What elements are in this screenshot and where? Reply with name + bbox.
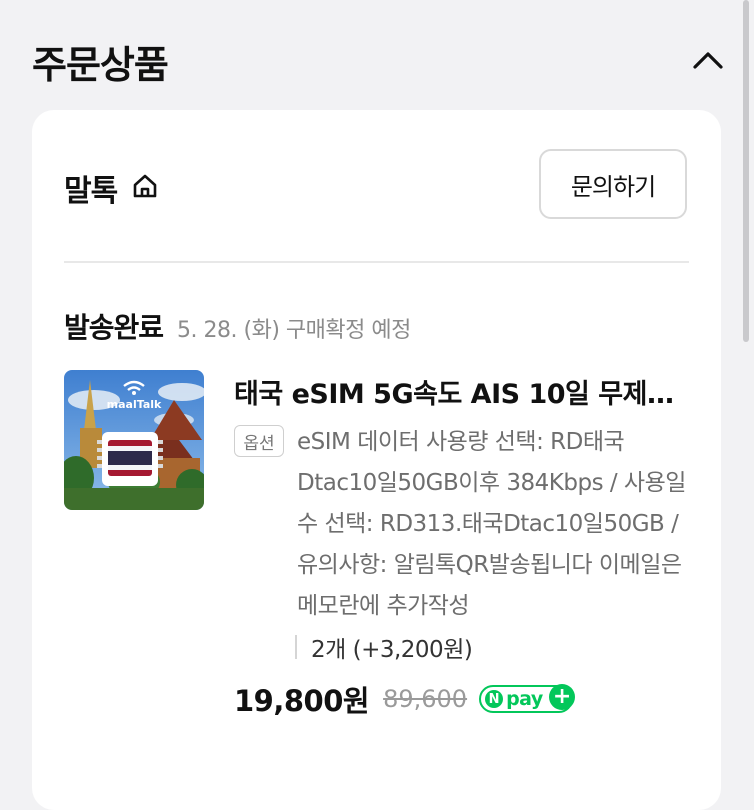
order-status: 발송완료 (64, 311, 164, 344)
plus-icon: + (549, 684, 576, 710)
quantity-divider (295, 635, 297, 659)
option-text: eSIM 데이터 사용량 선택: RD태국Dtac10일50GB이후 384Kb… (297, 429, 686, 619)
collapse-button[interactable] (688, 42, 728, 78)
original-price: 89,600 (383, 685, 468, 713)
option-badge: 옵션 (234, 425, 284, 457)
section-title: 주문상품 (32, 43, 169, 87)
scrollbar[interactable] (743, 0, 749, 342)
product-title[interactable]: 태국 eSIM 5G속도 AIS 10일 무제한 데이터 (234, 372, 694, 411)
quantity-text: 2개 (+3,200원) (311, 637, 473, 663)
quantity-row: 2개 (+3,200원) (295, 630, 473, 664)
chevron-up-icon (693, 52, 723, 69)
order-card: 말톡 문의하기 발송완료 5. 28. (화) 구매확정 예정 maalTalk… (32, 110, 721, 810)
thumbnail-brand: maalTalk (107, 398, 162, 411)
inquiry-button[interactable]: 문의하기 (539, 149, 687, 219)
divider (64, 261, 689, 263)
product-thumbnail[interactable]: maalTalk (64, 370, 204, 510)
product-image: maalTalk (64, 370, 204, 510)
npay-label: pay (506, 688, 543, 710)
seller-name[interactable]: 말톡 (64, 166, 118, 210)
npay-logo-icon: N (485, 690, 504, 708)
home-icon[interactable] (131, 172, 159, 200)
order-status-detail: 5. 28. (화) 구매확정 예정 (177, 318, 411, 343)
order-status-row: 발송완료 5. 28. (화) 구매확정 예정 (64, 306, 411, 346)
npay-badge: N pay + (479, 684, 576, 713)
price: 19,800원 (234, 684, 370, 718)
price-row: 19,800원 89,600 N pay + (234, 678, 576, 720)
